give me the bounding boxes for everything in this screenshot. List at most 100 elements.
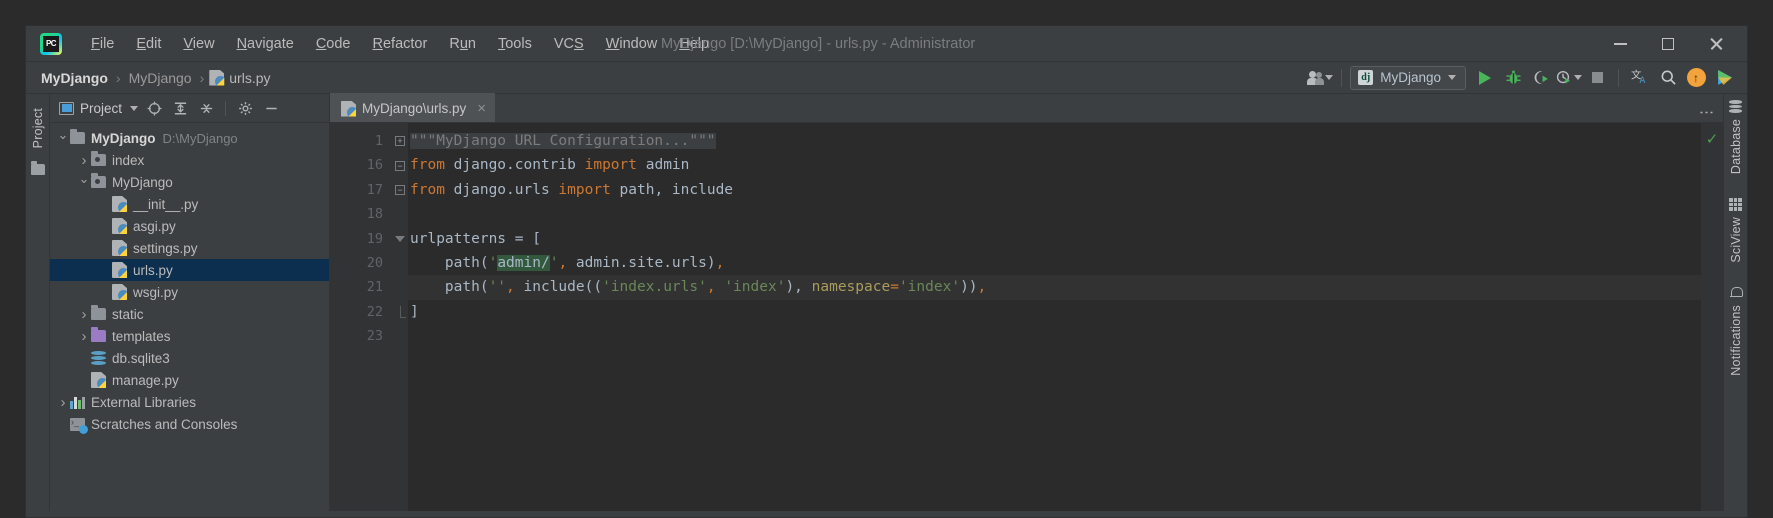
code-editor[interactable]: 1 16 17 18 19 20 21 22 23 + − − """MyDjango URL Co… [330,123,1723,511]
close-tab-icon[interactable]: × [477,100,486,117]
code-line[interactable]: path('', include(('index.urls', 'index')… [408,275,1701,300]
expand-all-icon [174,102,186,114]
menu-item-code[interactable]: Code [305,32,362,56]
search-everywhere-button[interactable] [1655,66,1681,90]
update-project-button[interactable]: ↑ [1683,66,1709,90]
tree-node-db-sqlite3[interactable]: db.sqlite3 [50,347,329,369]
tree-node-label: urls.py [133,262,173,278]
fold-marker[interactable]: − [392,178,408,202]
code-line[interactable]: from django.urls import path, include [408,178,1701,202]
menu-item-navigate[interactable]: Navigate [226,32,305,56]
settings-gear-button[interactable] [235,98,255,118]
hide-panel-button[interactable] [261,98,281,118]
multicolor-play-icon [1717,70,1732,85]
tree-node-index[interactable]: index [50,149,329,171]
fold-marker [392,202,408,226]
tree-node-static[interactable]: static [50,303,329,325]
tool-window-button-project[interactable]: Project [28,102,48,154]
structure-folder-icon[interactable] [30,161,45,176]
fold-region-end-icon[interactable] [399,305,406,318]
menu-item-file[interactable]: File [80,32,125,56]
project-file-tree[interactable]: MyDjango D:\MyDjango index MyDjango __init__… [50,123,329,511]
code-line[interactable]: """MyDjango URL Configuration...""" [408,129,1701,153]
collapse-all-button[interactable] [196,98,216,118]
run-configuration-selector[interactable]: dj MyDjango [1350,65,1466,90]
code-token: path( [410,279,489,296]
project-view-icon [59,101,74,115]
chevron-down-icon[interactable] [56,130,70,146]
fold-expand-icon[interactable]: + [395,136,405,147]
expand-all-button[interactable] [170,98,190,118]
inspection-marker-bar[interactable]: ✓ [1701,123,1723,511]
tool-window-button-notifications[interactable]: Notifications [1726,286,1746,382]
run-anything-button[interactable] [1711,66,1737,90]
chevron-right-icon[interactable] [77,328,91,345]
fold-marker[interactable]: − [392,153,408,177]
tree-node-external-libraries[interactable]: External Libraries [50,391,329,413]
code-token: , [715,254,725,271]
tree-node-settings-py[interactable]: settings.py [50,237,329,259]
tree-node-asgi-py[interactable]: asgi.py [50,215,329,237]
code-line[interactable]: urlpatterns = [ [408,227,1701,251]
code-token: admin.site.urls) [567,254,716,271]
code-folding-gutter[interactable]: + − − [392,123,408,511]
tree-node--init-py[interactable]: __init__.py [50,193,329,215]
editor-options-icon[interactable]: ⋮ [1698,105,1716,121]
maximize-button[interactable] [1645,26,1691,62]
fold-marker[interactable] [392,300,408,324]
code-line[interactable]: path('admin/', admin.site.urls), [408,251,1701,275]
menu-item-run[interactable]: Run [438,32,487,56]
tree-node-urls-py[interactable]: urls.py [50,259,329,281]
menu-item-refactor[interactable]: Refactor [362,32,439,56]
code-line[interactable] [408,202,1701,226]
tree-node-mydjango[interactable]: MyDjango [50,171,329,193]
chevron-right-icon[interactable] [56,394,70,411]
menu-item-vcs[interactable]: VCS [543,32,595,56]
run-button[interactable] [1472,66,1498,90]
tree-node-manage-py[interactable]: manage.py [50,369,329,391]
fold-marker[interactable] [392,227,408,251]
menu-item-window[interactable]: Window [595,32,669,56]
chevron-down-icon[interactable] [130,105,139,111]
chevron-down-icon[interactable] [77,174,91,190]
tree-node-mydjango[interactable]: MyDjango D:\MyDjango [50,127,329,149]
chevron-right-icon[interactable] [77,152,91,169]
fold-marker[interactable]: + [392,129,408,153]
chevron-down-icon [1448,75,1456,80]
menu-item-edit[interactable]: Edit [125,32,172,56]
navigation-bar: MyDjango › MyDjango › urls.py dj MyDjang… [26,62,1747,94]
breadcrumb-item-project[interactable]: MyDjango [38,70,111,86]
tree-node-templates[interactable]: templates [50,325,329,347]
line-number: 16 [366,157,383,174]
profile-button[interactable] [1556,66,1582,90]
close-button[interactable] [1693,26,1739,62]
run-with-coverage-button[interactable] [1528,66,1554,90]
code-text-area[interactable]: """MyDjango URL Configuration...""" from … [408,123,1701,511]
code-line[interactable]: from django.contrib import admin [408,153,1701,177]
menu-item-tools[interactable]: Tools [487,32,543,56]
breadcrumb-item-package[interactable]: MyDjango [126,70,195,86]
code-token: , [558,254,568,271]
fold-collapse-icon[interactable]: − [395,160,405,171]
breadcrumb-item-file[interactable]: urls.py [209,69,271,86]
minimize-button[interactable] [1597,26,1643,62]
tool-window-button-sciview[interactable]: SciView [1726,198,1746,268]
code-line[interactable] [408,324,1701,348]
line-number: 19 [366,230,383,247]
code-token: = [890,279,899,296]
debug-button[interactable] [1500,66,1526,90]
tree-node-label: settings.py [133,240,198,256]
tree-node-wsgi-py[interactable]: wsgi.py [50,281,329,303]
fold-region-start-icon[interactable] [395,235,405,242]
share-settings-button[interactable] [1307,66,1334,90]
chevron-right-icon[interactable] [77,306,91,323]
select-opened-file-button[interactable] [144,98,164,118]
translate-button[interactable]: 文 A [1627,66,1653,90]
editor-tab-urls-py[interactable]: MyDjango\urls.py × [330,93,496,122]
stop-button[interactable] [1584,66,1610,90]
code-line[interactable]: ] [408,300,1701,324]
tool-window-button-database[interactable]: Database [1726,100,1746,180]
fold-collapse-end-icon[interactable]: − [395,184,405,195]
menu-item-view[interactable]: View [172,32,225,56]
tree-node-scratches-and-consoles[interactable]: Scratches and Consoles [50,413,329,435]
